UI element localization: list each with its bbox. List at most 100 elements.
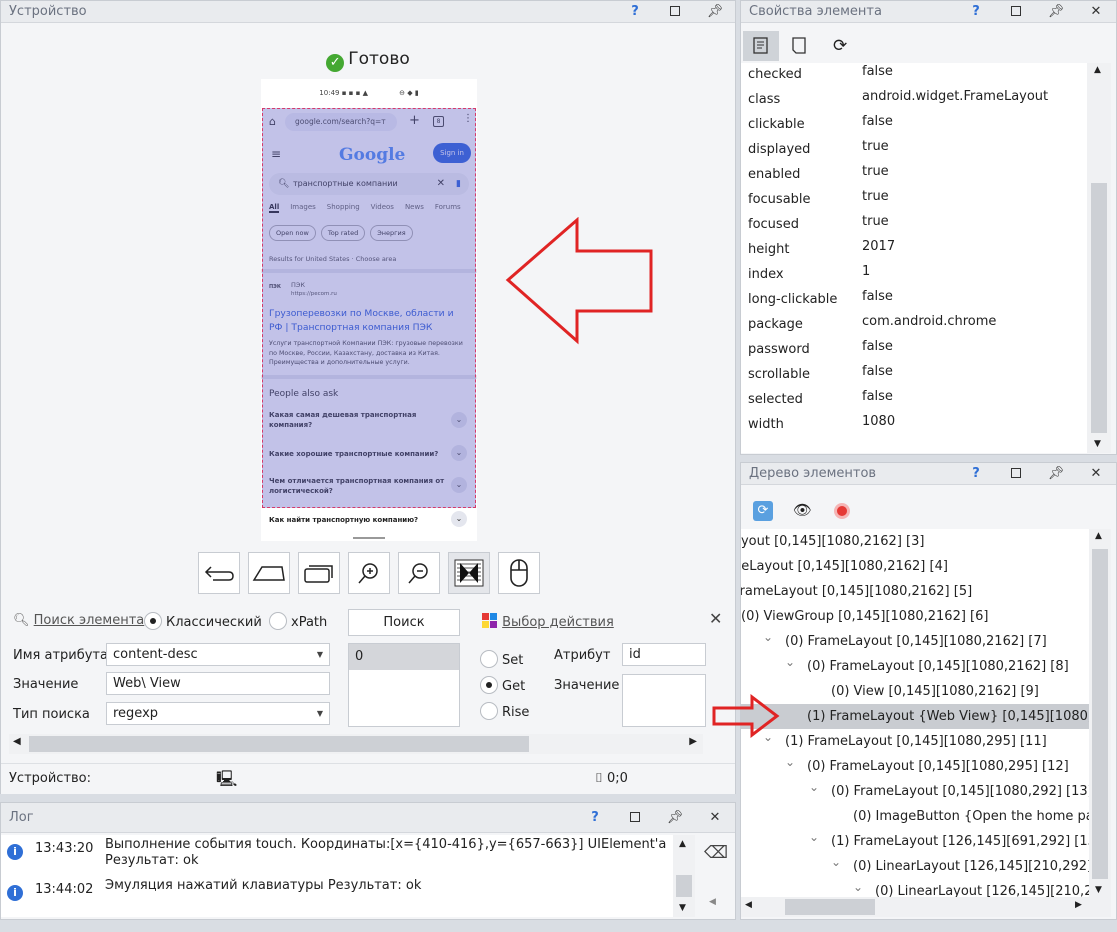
arrow-right-icon[interactable]: ▶ [1075,900,1082,910]
help-button[interactable]: ? [956,463,996,485]
maximize-button[interactable] [996,1,1036,23]
property-key[interactable]: class [748,87,780,112]
property-value[interactable]: android.widget.FrameLayout [862,84,1048,109]
devices-icon[interactable]: 🖳︎ [216,768,237,795]
refresh-tree-icon[interactable]: ⟳ [753,501,773,521]
chevron-down-icon[interactable]: ⌄ [809,775,819,800]
action-attr-input[interactable]: id [622,643,706,666]
action-value-input[interactable] [622,674,706,727]
pin-button[interactable]: 📌︎ [695,1,735,23]
device-screen[interactable]: 10:49 ▪ ▪ ▪ ▲ ⊖ ◆ ▮ ⌂ google.com/search?… [261,79,477,541]
arrow-up-icon[interactable]: ▲ [679,839,686,849]
property-key[interactable]: password [748,337,810,362]
scroll-thumb[interactable] [1091,183,1107,433]
tree-row[interactable]: (0) ViewGroup [0,145][1080,2162] [6] [741,604,1089,629]
arrow-right-icon[interactable]: ▶ [689,736,697,747]
tree-row[interactable]: (1) FrameLayout {Web View} [0,145][1080,… [741,704,1089,729]
mode-xpath-radio[interactable]: xPath [269,612,327,630]
property-key[interactable]: long-clickable [748,287,837,312]
close-button[interactable]: ✕ [1076,1,1116,23]
chevron-down-icon[interactable]: ⌄ [853,875,863,897]
property-value[interactable]: true [862,209,889,234]
record-icon[interactable] [834,503,850,519]
scroll-thumb[interactable] [676,875,692,897]
back-button[interactable] [198,552,240,594]
scroll-thumb[interactable] [1092,549,1108,879]
help-button[interactable]: ? [615,1,655,23]
close-button[interactable]: ✕ [695,803,735,833]
horizontal-scrollbar[interactable]: ◀ ▶ [9,734,703,754]
close-button[interactable]: ✕ [1076,463,1116,485]
recent-apps-button[interactable] [298,552,340,594]
arrow-down-icon[interactable]: ▼ [679,903,686,913]
chevron-down-icon[interactable]: ⌄ [831,850,841,875]
property-value[interactable]: false [862,109,893,134]
property-value[interactable]: true [862,184,889,209]
property-key[interactable]: package [748,312,803,337]
property-key[interactable]: index [748,262,784,287]
chevron-down-icon[interactable]: ⌄ [785,650,795,675]
action-get-radio[interactable]: Get [480,676,525,694]
results-list-item[interactable]: 0 [349,644,459,670]
tree-row[interactable]: neLayout [0,145][1080,2162] [4] [741,554,1089,579]
property-key[interactable]: focused [748,212,799,237]
log-row[interactable]: i 13:43:20 Выполнение события touch. Коо… [7,837,666,868]
property-key[interactable]: height [748,237,789,262]
home-button[interactable] [248,552,290,594]
close-icon[interactable]: ✕ [709,609,722,628]
clear-log-icon[interactable]: ⌫ [704,843,728,863]
tree-row[interactable]: ⌄ (0) FrameLayout [0,145][1080,2162] [8] [741,654,1089,679]
refresh-icon[interactable]: ⟳ [833,36,847,56]
vertical-scrollbar[interactable]: ▲ ▼ [1087,63,1111,453]
tree-row[interactable]: ⌄ (0) FrameLayout [0,145][1080,292] [13] [741,779,1089,804]
zoom-in-button[interactable] [348,552,390,594]
property-key[interactable]: enabled [748,162,800,187]
log-row[interactable]: i 13:44:02 Эмуляция нажатий клавиатуры Р… [7,878,421,901]
property-key[interactable]: checked [748,62,802,87]
property-value[interactable]: true [862,159,889,184]
tree-row[interactable]: (0) ImageButton {Open the home page} [ [741,804,1089,829]
pin-button[interactable]: 📌︎ [655,803,695,833]
property-value[interactable]: false [862,359,893,384]
property-value[interactable]: 1 [862,259,870,284]
chevron-down-icon[interactable]: ⌄ [809,825,819,850]
properties-view-button[interactable] [743,31,779,61]
tree-row[interactable]: ⌄ (0) FrameLayout [0,145][1080,295] [12] [741,754,1089,779]
search-type-select[interactable]: regexp ▼ [106,702,330,725]
zoom-out-button[interactable] [398,552,440,594]
maximize-button[interactable] [655,1,695,23]
action-set-radio[interactable]: Set [480,650,523,668]
help-button[interactable]: ? [956,1,996,23]
property-key[interactable]: focusable [748,187,811,212]
value-input[interactable]: Web\ View [106,672,330,695]
tree-row[interactable]: ⌄ (1) FrameLayout [126,145][691,292] [15 [741,829,1089,854]
attr-name-select[interactable]: content-desc ▼ [106,643,330,666]
arrow-up-icon[interactable]: ▲ [1095,531,1102,541]
results-list[interactable]: 0 [348,643,460,727]
tree-row[interactable]: ⌄ (0) LinearLayout [126,145][210,2 [741,879,1089,897]
property-value[interactable]: false [862,334,893,359]
arrow-left-icon[interactable]: ◀ [745,900,752,910]
arrow-up-icon[interactable]: ▲ [1094,65,1101,75]
scroll-thumb[interactable] [785,899,875,915]
tree-vertical-scrollbar[interactable]: ▲ ▼ [1089,529,1111,897]
property-value[interactable]: false [862,59,893,84]
tree-horizontal-scrollbar[interactable]: ◀ ▶ [741,897,1111,917]
chevron-down-icon[interactable]: ⌄ [763,625,773,650]
arrow-down-icon[interactable]: ▼ [1095,885,1102,895]
find-element-link[interactable]: 🔍︎ Поиск элемента [13,613,144,628]
property-value[interactable]: com.android.chrome [862,309,996,334]
arrow-left-icon[interactable]: ◀ [13,736,21,747]
property-value[interactable]: true [862,134,889,159]
action-rise-radio[interactable]: Rise [480,702,529,720]
maximize-button[interactable] [996,463,1036,485]
arrow-down-icon[interactable]: ▼ [1094,439,1101,449]
property-key[interactable]: displayed [748,137,810,162]
maximize-button[interactable] [615,803,655,833]
eye-icon[interactable]: 👁︎ [793,501,812,519]
arrow-left-icon[interactable]: ◀ [709,897,716,907]
tree-row[interactable]: (0) View [0,145][1080,2162] [9] [741,679,1089,704]
chevron-down-icon[interactable]: ⌄ [785,750,795,775]
property-value[interactable]: 1080 [862,409,895,434]
property-value[interactable]: 2017 [862,234,895,259]
